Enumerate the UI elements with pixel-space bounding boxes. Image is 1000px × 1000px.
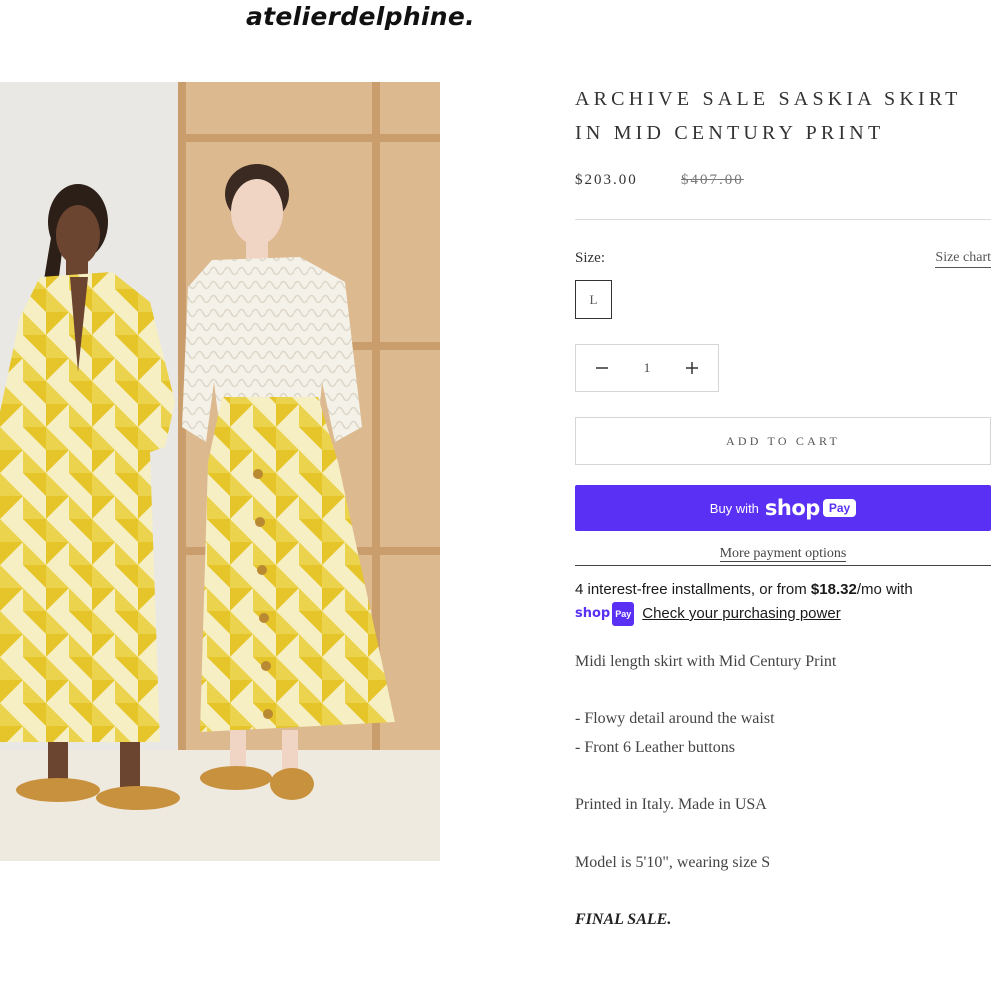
decrease-quantity-button[interactable] xyxy=(576,345,628,391)
product-photo[interactable] xyxy=(0,82,440,861)
add-to-cart-label: ADD TO CART xyxy=(725,433,841,448)
final-sale-note: FINAL SALE. xyxy=(575,911,672,928)
divider xyxy=(575,219,991,220)
description-line: Model is 5'10", wearing size S xyxy=(575,854,771,871)
installments-amount: $18.32 xyxy=(810,581,857,598)
size-option-label: L xyxy=(589,291,598,307)
installments-prefix: 4 interest-free installments, or from xyxy=(575,581,811,598)
installments-suffix: /mo with xyxy=(856,581,913,598)
description-line: Midi length skirt with Mid Century Print xyxy=(575,653,837,670)
product-title: ARCHIVE SALE SASKIA SKIRT IN MID CENTURY… xyxy=(575,88,962,144)
increase-quantity-button[interactable] xyxy=(666,345,718,391)
size-option-l[interactable]: L xyxy=(575,280,612,319)
buy-with-label: Buy with xyxy=(709,500,759,516)
plus-icon xyxy=(686,362,698,374)
more-payment-options-label: More payment options xyxy=(719,546,847,562)
minus-icon xyxy=(596,367,608,369)
divider xyxy=(575,565,991,566)
quantity-stepper[interactable]: 1 xyxy=(575,344,719,392)
description-line: - Flowy detail around the waist xyxy=(575,710,775,727)
size-chart-link[interactable]: Size chart xyxy=(935,250,991,268)
more-payment-options-link[interactable]: More payment options xyxy=(575,546,991,562)
quantity-value[interactable]: 1 xyxy=(628,360,666,376)
shop-pay-logo: shop xyxy=(764,496,820,520)
description-line: - Front 6 Leather buttons xyxy=(575,739,735,756)
shop-pay-small-logo: shop Pay xyxy=(575,602,635,626)
compare-at-price: $407.00 xyxy=(681,172,744,188)
shop-pay-button[interactable]: Buy with shop Pay xyxy=(575,485,991,531)
add-to-cart-button[interactable]: ADD TO CART xyxy=(575,417,991,465)
installments-message: 4 interest-free installments, or from $1… xyxy=(575,579,991,626)
size-label: Size: xyxy=(575,250,605,266)
description-line: Printed in Italy. Made in USA xyxy=(575,796,767,813)
sale-price: $203.00 xyxy=(575,172,638,188)
product-image-models xyxy=(0,82,440,861)
brand-logo[interactable]: atelierdelphine. xyxy=(246,2,475,31)
check-purchasing-power-link[interactable]: Check your purchasing power xyxy=(642,603,840,625)
shop-pay-badge: Pay xyxy=(822,499,857,517)
